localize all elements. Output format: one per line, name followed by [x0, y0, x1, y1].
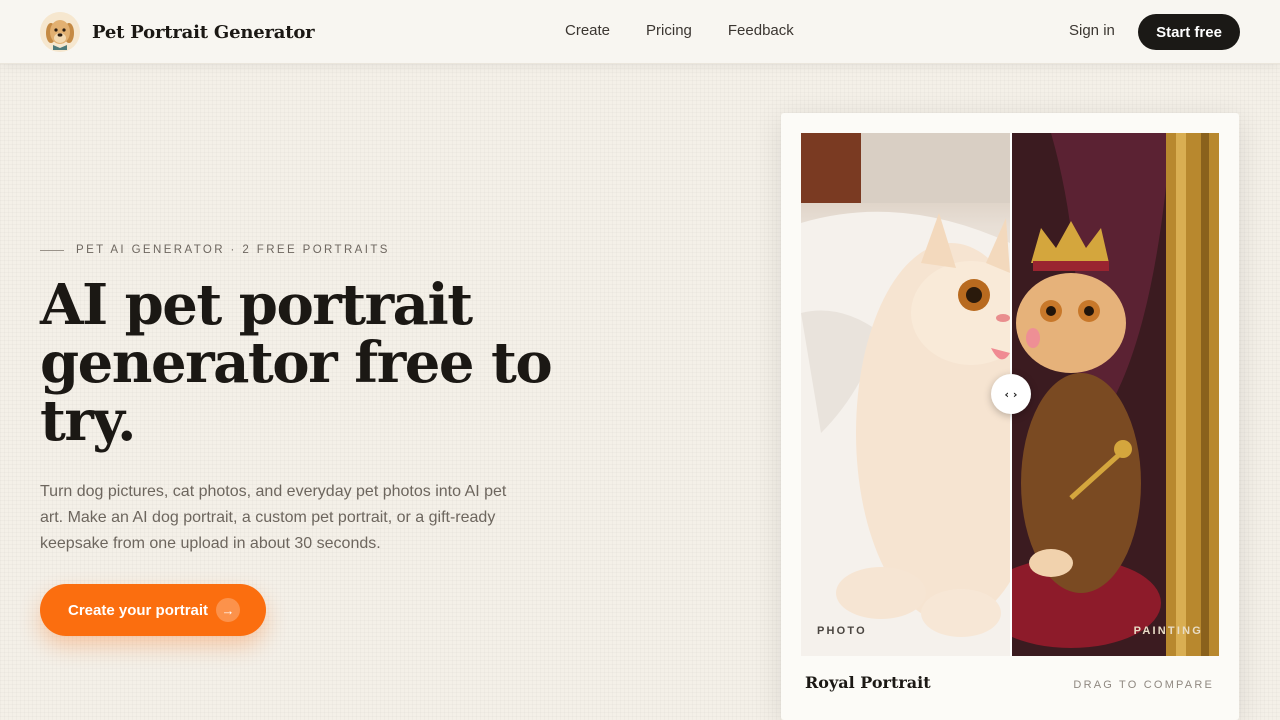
create-portrait-button[interactable]: Create your portrait → [40, 584, 266, 636]
headline-line: AI pet portrait [40, 272, 473, 338]
nav-pricing[interactable]: Pricing [646, 22, 692, 39]
painting-label: PAINTING [1133, 625, 1203, 637]
start-free-button[interactable]: Start free [1138, 14, 1240, 50]
create-portrait-label: Create your portrait [68, 601, 209, 619]
headline-line: try. [40, 388, 136, 454]
eyebrow-rule [40, 249, 64, 251]
arrow-right-icon: → [216, 598, 241, 622]
before-after-slider[interactable]: ‹ › PHOTO PAINTING [801, 133, 1219, 656]
hero-headline: AI pet portrait generator free to try. [40, 276, 560, 450]
sign-in-link[interactable]: Sign in [1069, 22, 1115, 39]
style-title: Royal Portrait [805, 673, 931, 692]
royal-painting-image [1011, 133, 1219, 656]
brand-link[interactable]: Pet Portrait Generator [40, 12, 315, 52]
eyebrow-text: PET AI GENERATOR · 2 FREE PORTRAITS [76, 244, 390, 256]
compare-handle[interactable]: ‹ › [991, 374, 1031, 414]
dog-logo-icon [40, 12, 80, 52]
drag-hint: DRAG TO COMPARE [1073, 679, 1214, 691]
hero-subtext: Turn dog pictures, cat photos, and every… [40, 483, 507, 552]
main-nav: Create Pricing Feedback [565, 22, 830, 39]
photo-label: PHOTO [817, 625, 867, 637]
site-header: Pet Portrait Generator Create Pricing Fe… [0, 0, 1280, 64]
chevrons-left-right-icon: ‹ › [1004, 387, 1018, 401]
comparison-card: ‹ › PHOTO PAINTING Royal Portrait DRAG T… [781, 113, 1239, 720]
nav-create[interactable]: Create [565, 22, 610, 39]
nav-feedback[interactable]: Feedback [728, 22, 794, 39]
brand-name: Pet Portrait Generator [92, 21, 315, 43]
headline-line: generator free to [40, 330, 553, 396]
eyebrow: PET AI GENERATOR · 2 FREE PORTRAITS [40, 244, 390, 256]
pet-photo-image [801, 133, 1010, 656]
